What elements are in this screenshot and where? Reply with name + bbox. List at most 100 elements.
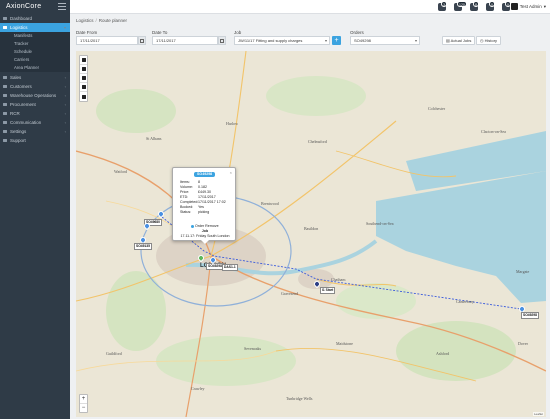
marker-tool-icon[interactable] xyxy=(80,56,87,65)
main-content: Logistics / Route planner Date From 17/11/… xyxy=(70,14,550,419)
map-place-label: Watford xyxy=(114,169,128,174)
map-place-label: Colchester xyxy=(428,106,446,111)
map-place-label: Gravesend xyxy=(281,291,299,296)
job-label: Job xyxy=(234,30,242,35)
sidebar-item-warehouse-operations[interactable]: Warehouse Operations ‹ xyxy=(0,91,70,100)
sidebar-item-customers[interactable]: Customers ‹ xyxy=(0,82,70,91)
zoom-out-button[interactable]: − xyxy=(80,404,87,412)
sidebar-subitem-area-planner[interactable]: Area Planner xyxy=(0,64,70,72)
refresh-icon xyxy=(3,112,7,115)
avatar xyxy=(510,3,518,10)
menu-toggle-icon[interactable] xyxy=(58,3,66,11)
close-icon[interactable]: × xyxy=(230,170,232,175)
actual-jobs-label: Actual Jobs xyxy=(450,38,472,43)
popup-job-text: 17.11.17: Friday South London xyxy=(180,234,230,238)
popup-row: Status: picking xyxy=(180,210,210,214)
chevron-left-icon: ‹ xyxy=(64,102,66,107)
job-select[interactable]: JW/11/17 Fitting and supply charges ▾ xyxy=(234,36,330,45)
sidebar-item-logistics[interactable]: Logistics ▾ xyxy=(0,23,70,32)
map-place-label: Basildon xyxy=(304,226,319,231)
actual-jobs-button[interactable]: ▤ Actual Jobs xyxy=(442,36,476,45)
sidebar-item-procurement[interactable]: Procurement ‹ xyxy=(0,100,70,109)
job-select-value: JW/11/17 Fitting and supply charges xyxy=(238,38,303,43)
sidebar-item-label: Dashboard xyxy=(10,16,33,21)
history-label: History xyxy=(484,38,498,43)
calendar-icon[interactable] xyxy=(138,36,146,45)
chevron-left-icon: ‹ xyxy=(64,111,66,116)
users-icon xyxy=(3,85,7,88)
history-button[interactable]: ◷ History xyxy=(476,36,502,45)
alerts-icon[interactable]: 8 xyxy=(470,1,480,12)
sidebar-item-sales[interactable]: Sales ‹ xyxy=(0,73,70,82)
popup-title: SO49298 xyxy=(194,172,216,177)
filter-bar: Date From 17/11/2017 Date To 17/11/2017 … xyxy=(76,30,546,50)
chevron-left-icon: ‹ xyxy=(64,120,66,125)
map-place-label: Chelmsford xyxy=(308,139,327,144)
route-map[interactable]: LONDON Watford St Albans Harlow Chelmsfo… xyxy=(76,51,546,417)
map-place-label: Margate xyxy=(516,269,530,274)
orders-select[interactable]: SO49298 ▾ xyxy=(350,36,420,45)
date-to-input[interactable]: 17/11/2017 xyxy=(152,36,218,45)
sidebar-item-label: Settings xyxy=(10,129,27,134)
date-from-label: Date From xyxy=(76,30,98,35)
user-name: Test Admin xyxy=(519,4,542,9)
gear-icon xyxy=(3,130,7,133)
sidebar-item-label: RCR xyxy=(10,111,20,116)
alerts-badge: 8 xyxy=(473,1,479,7)
chevron-left-icon: ‹ xyxy=(64,93,66,98)
chat-icon xyxy=(3,121,7,124)
rectangle-tool-icon[interactable] xyxy=(80,74,87,83)
tasks-icon[interactable]: 3 xyxy=(438,1,448,12)
top-icons: 3 120 8 0 0 xyxy=(438,1,512,12)
zoom-in-button[interactable]: + xyxy=(80,395,87,404)
chevron-left-icon: ‹ xyxy=(64,129,66,134)
box-icon xyxy=(3,103,7,106)
chevron-down-icon: ▾ xyxy=(414,38,417,43)
map-draw-toolbar xyxy=(79,55,88,102)
marker-label: DAS1-1 xyxy=(222,264,238,271)
sidebar-subitem-manifests[interactable]: Manifests xyxy=(0,32,70,40)
tasks-badge: 3 xyxy=(441,1,447,7)
sidebar-item-label: Logistics xyxy=(10,25,28,30)
sidebar-subitem-schedule[interactable]: Schedule xyxy=(0,48,70,56)
map-tiles xyxy=(76,51,546,417)
map-place-label: Maidstone xyxy=(336,341,353,346)
marker-label: I1 Start xyxy=(320,287,336,294)
sidebar-subitem-carriers[interactable]: Carriers xyxy=(0,56,70,64)
pin-tool-icon[interactable] xyxy=(80,92,87,101)
map-place-label: Harlow xyxy=(226,121,238,126)
zoom-control: + − xyxy=(79,394,88,413)
sidebar-item-support[interactable]: Support xyxy=(0,136,70,145)
breadcrumb-parent[interactable]: Logistics xyxy=(76,18,94,23)
inbox-badge: 120 xyxy=(457,1,467,7)
order-popup: SO49298 × Items: 8 Volume: 0.182 Price: £44… xyxy=(172,167,236,244)
map-place-label: Chatham xyxy=(331,277,346,282)
user-menu[interactable]: Test Admin ▾ xyxy=(510,3,546,10)
map-place-label: St Albans xyxy=(146,136,162,141)
top-bar: AxionCore 3 120 8 0 0 Test Admin ▾ xyxy=(0,0,550,14)
map-place-label: Southend-on-Sea xyxy=(366,221,394,226)
marker-label: SO49135 xyxy=(134,243,152,250)
sidebar-item-communication[interactable]: Communication ‹ xyxy=(0,118,70,127)
sidebar-subitem-tracker[interactable]: Tracker xyxy=(0,40,70,48)
date-from-input[interactable]: 17/11/2017 xyxy=(76,36,138,45)
map-place-label: Canterbury xyxy=(456,299,474,304)
inbox-icon[interactable]: 120 xyxy=(454,1,467,12)
polygon-tool-icon[interactable] xyxy=(80,65,87,74)
sidebar-item-rcr[interactable]: RCR ‹ xyxy=(0,109,70,118)
map-place-label: Brentwood xyxy=(261,201,279,206)
chevron-left-icon: ‹ xyxy=(64,75,66,80)
sidebar-item-label: Support xyxy=(10,138,26,143)
breadcrumb: Logistics / Route planner xyxy=(76,18,128,23)
calendar-icon[interactable] xyxy=(218,36,226,45)
sidebar-item-settings[interactable]: Settings ‹ xyxy=(0,127,70,136)
route-tool-icon[interactable] xyxy=(80,83,87,92)
add-job-button[interactable]: + xyxy=(332,36,341,45)
map-place-label: Crawley xyxy=(191,386,205,391)
map-attribution[interactable]: Leaflet xyxy=(532,412,544,416)
breadcrumb-current: Route planner xyxy=(98,18,128,23)
map-place-label: Tunbridge Wells xyxy=(286,396,313,401)
messages-icon[interactable]: 0 xyxy=(486,1,496,12)
sidebar-item-dashboard[interactable]: Dashboard xyxy=(0,14,70,23)
chevron-down-icon: ▾ xyxy=(63,25,66,30)
